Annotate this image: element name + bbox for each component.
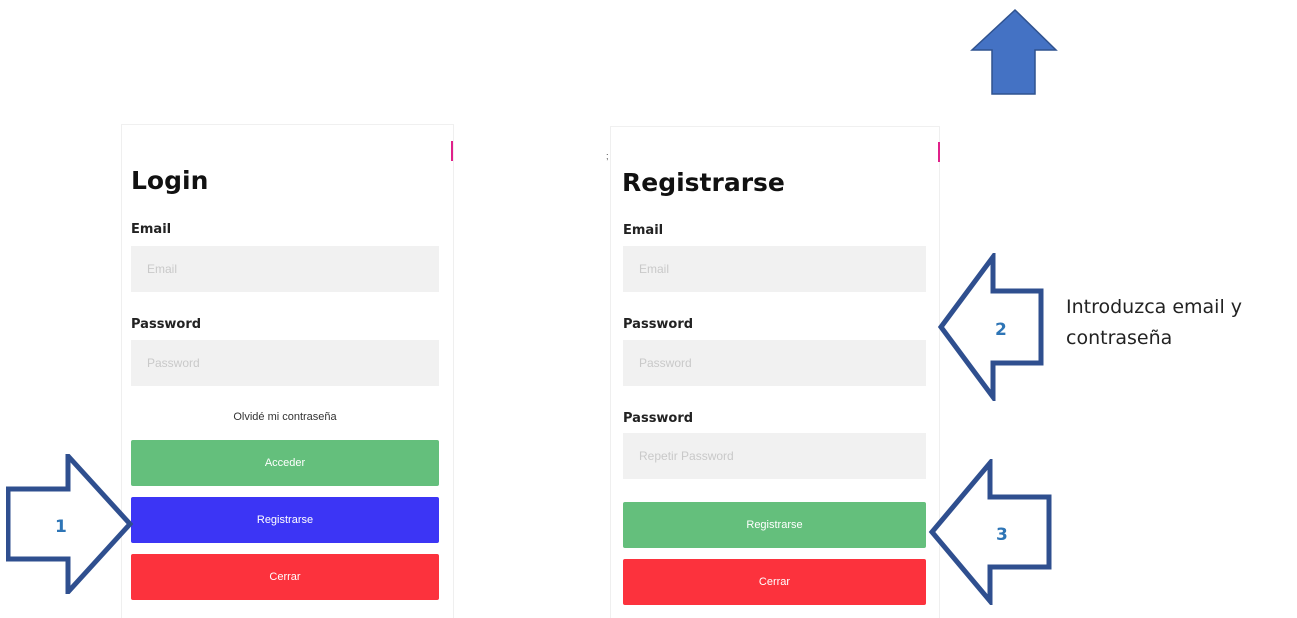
- register-repeat-password-input[interactable]: [623, 433, 926, 479]
- instruction-line: contraseña: [1066, 327, 1173, 349]
- register-close-button[interactable]: Cerrar: [623, 559, 926, 605]
- login-register-button[interactable]: Registrarse: [131, 497, 439, 543]
- pink-marker: [451, 141, 453, 161]
- register-email-input[interactable]: [623, 246, 926, 292]
- login-close-button[interactable]: Cerrar: [131, 554, 439, 600]
- stray-mark: ;: [606, 151, 609, 161]
- login-password-input[interactable]: [131, 340, 439, 386]
- access-button[interactable]: Acceder: [131, 440, 439, 486]
- login-email-label: Email: [131, 222, 172, 237]
- instruction-line: Introduzca email y: [1066, 296, 1243, 318]
- left-arrow-icon: 2: [937, 253, 1044, 401]
- arrow-number: 2: [995, 320, 1007, 340]
- register-submit-button[interactable]: Registrarse: [623, 502, 926, 548]
- login-password-label: Password: [131, 317, 202, 332]
- login-email-input[interactable]: [131, 246, 439, 292]
- left-arrow-icon: 3: [928, 459, 1052, 605]
- arrow-number: 1: [55, 517, 67, 537]
- up-arrow-icon: [970, 8, 1058, 95]
- instruction-note: Introduzca email y contraseña: [1066, 292, 1242, 354]
- register-title: Registrarse: [622, 168, 785, 197]
- register-password-input[interactable]: [623, 340, 926, 386]
- forgot-password-link[interactable]: Olvidé mi contraseña: [131, 411, 439, 423]
- right-arrow-icon: 1: [6, 454, 134, 594]
- register-password-label: Password: [623, 317, 694, 332]
- register-email-label: Email: [623, 223, 664, 238]
- login-title: Login: [131, 166, 209, 195]
- pink-marker: [938, 142, 940, 162]
- register-repeat-password-label: Password: [623, 411, 694, 426]
- arrow-number: 3: [996, 525, 1008, 545]
